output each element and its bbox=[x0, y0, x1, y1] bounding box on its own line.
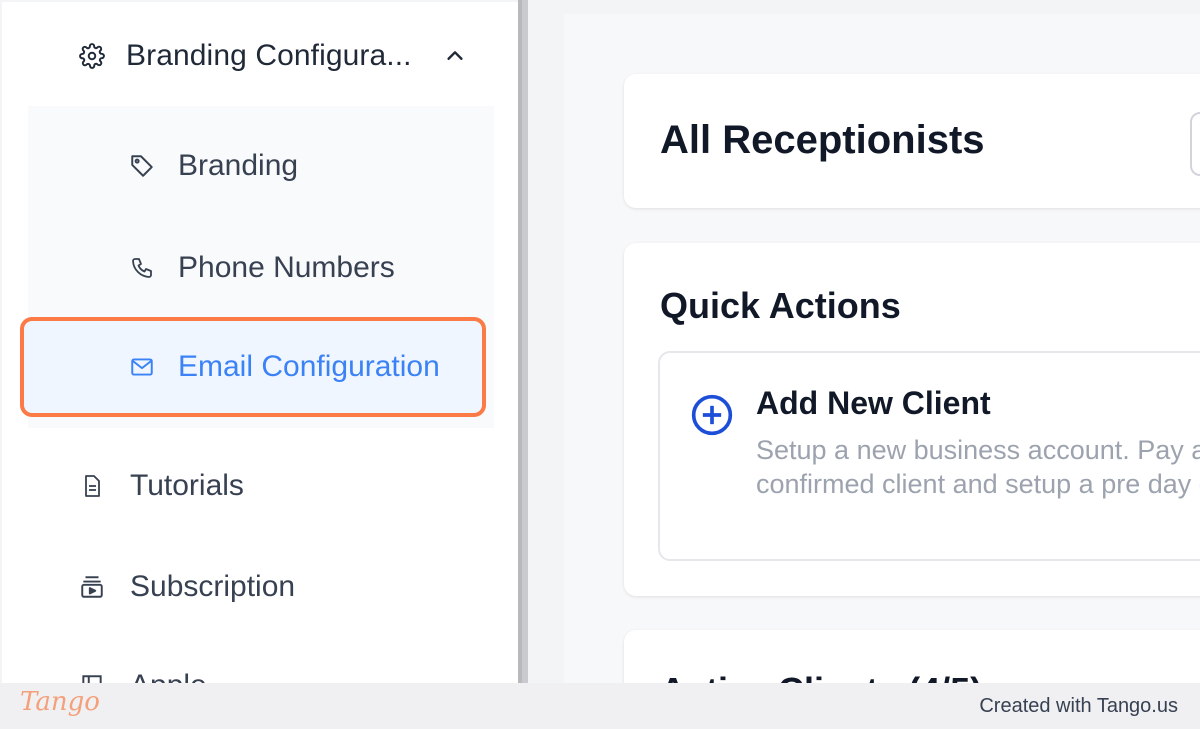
tango-footer: Tango Created with Tango.us bbox=[0, 683, 1200, 729]
quick-actions-card: Quick Actions Add New Client Setup a new… bbox=[624, 243, 1200, 596]
all-receptionists-card: All Receptionists bbox=[624, 74, 1200, 208]
subscription-icon bbox=[78, 573, 106, 601]
sidebar-group-branding-configuration[interactable]: Branding Configura... bbox=[78, 36, 470, 76]
sidebar-item-label: Branding bbox=[178, 149, 299, 182]
sidebar-item-subscription[interactable]: Subscription bbox=[78, 567, 295, 607]
sidebar-item-apple[interactable]: Apple bbox=[78, 666, 207, 683]
mail-icon bbox=[128, 353, 156, 381]
tag-icon bbox=[128, 152, 156, 180]
sidebar-divider bbox=[518, 0, 522, 683]
footer-credit: Created with Tango.us bbox=[979, 695, 1178, 717]
sidebar: Branding Configura... Branding Phone Num… bbox=[2, 2, 518, 683]
document-icon bbox=[78, 472, 106, 500]
add-new-client-description: Setup a new business account. Pay a conf… bbox=[756, 435, 1200, 499]
phone-icon bbox=[128, 254, 156, 282]
sidebar-item-phone-numbers[interactable]: Phone Numbers bbox=[128, 248, 395, 288]
gear-icon bbox=[78, 42, 106, 70]
plus-circle-icon bbox=[690, 393, 734, 437]
active-clients-title: Active Clients (4/5) bbox=[660, 670, 982, 683]
tango-logo: Tango bbox=[20, 687, 100, 717]
chevron-up-icon[interactable] bbox=[440, 41, 470, 71]
sidebar-item-label: Subscription bbox=[130, 570, 296, 603]
sidebar-group-label: Branding Configura... bbox=[126, 39, 412, 72]
add-new-client-title: Add New Client bbox=[756, 385, 991, 421]
sidebar-item-label: Tutorials bbox=[130, 469, 244, 502]
sidebar-item-email-configuration-highlight[interactable]: Email Configuration bbox=[20, 317, 486, 417]
sidebar-item-label: Email Configuration bbox=[178, 350, 440, 383]
sidebar-item-branding[interactable]: Branding bbox=[128, 146, 298, 186]
sidebar-item-label: Apple bbox=[130, 669, 207, 683]
quick-actions-title: Quick Actions bbox=[660, 285, 901, 326]
sidebar-item-label: Phone Numbers bbox=[178, 251, 395, 284]
active-clients-card: Active Clients (4/5) bbox=[624, 630, 1200, 683]
app-window: Branding Configura... Branding Phone Num… bbox=[0, 0, 1200, 729]
page-title: All Receptionists bbox=[660, 118, 985, 162]
main-content: All Receptionists Quick Actions Add New … bbox=[528, 0, 1200, 683]
sidebar-resize-handle[interactable] bbox=[518, 0, 528, 683]
book-icon bbox=[78, 672, 106, 683]
sidebar-item-email-configuration[interactable]: Email Configuration bbox=[128, 347, 440, 387]
header-action-button[interactable] bbox=[1190, 112, 1200, 176]
sidebar-item-tutorials[interactable]: Tutorials bbox=[78, 466, 244, 506]
add-new-client-button[interactable]: Add New Client Setup a new business acco… bbox=[658, 351, 1200, 561]
